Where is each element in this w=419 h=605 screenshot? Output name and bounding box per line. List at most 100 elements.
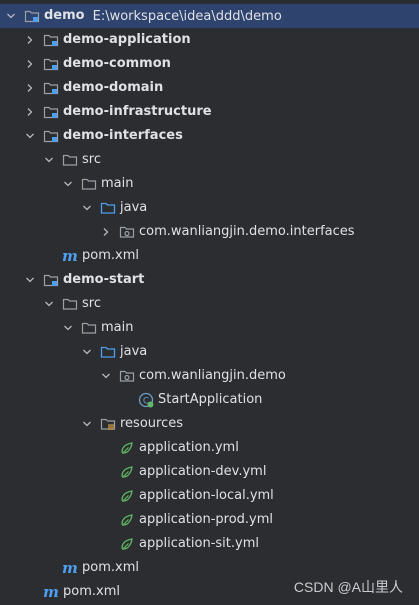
- chevron-down-icon[interactable]: [80, 201, 94, 215]
- source-folder-icon: [100, 200, 116, 216]
- tree-item-label: pom.xml: [82, 248, 139, 263]
- folder-icon: [62, 296, 78, 312]
- spring-class-icon: C: [138, 392, 154, 408]
- folder-icon: [81, 176, 97, 192]
- tree-row[interactable]: resources: [0, 412, 419, 436]
- spring-config-icon: [119, 536, 135, 552]
- chevron-down-icon[interactable]: [80, 417, 94, 431]
- module-folder-icon: [43, 272, 59, 288]
- chevron-down-icon[interactable]: [99, 369, 113, 383]
- chevron-right-icon[interactable]: [23, 33, 37, 47]
- tree-item-label: src: [82, 152, 101, 167]
- module-folder-icon: [43, 80, 59, 96]
- tree-item-label: application-prod.yml: [139, 512, 274, 527]
- tree-item-label: application-local.yml: [139, 488, 274, 503]
- chevron-down-icon[interactable]: [42, 153, 56, 167]
- tree-item-label: main: [101, 176, 134, 191]
- tree-item-label: demo: [44, 8, 85, 23]
- folder-icon: [81, 320, 97, 336]
- chevron-down-icon[interactable]: [80, 345, 94, 359]
- tree-row[interactable]: java: [0, 196, 419, 220]
- chevron-down-icon[interactable]: [23, 273, 37, 287]
- tree-item-label: pom.xml: [82, 560, 139, 575]
- chevron-right-icon[interactable]: [99, 225, 113, 239]
- spring-config-icon: [119, 512, 135, 528]
- tree-row[interactable]: application.yml: [0, 436, 419, 460]
- tree-item-label: demo-common: [63, 56, 171, 71]
- maven-icon: m: [62, 247, 78, 265]
- tree-row[interactable]: application-sit.yml: [0, 532, 419, 556]
- tree-row[interactable]: java: [0, 340, 419, 364]
- maven-icon: m: [43, 583, 59, 601]
- chevron-down-icon[interactable]: [61, 321, 75, 335]
- chevron-down-icon[interactable]: [23, 129, 37, 143]
- tree-row[interactable]: src: [0, 148, 419, 172]
- tree-item-label: com.wanliangjin.demo: [139, 368, 286, 383]
- project-path: E:\workspace\idea\ddd\demo: [92, 8, 282, 24]
- chevron-down-icon[interactable]: [42, 297, 56, 311]
- tree-row[interactable]: demo-application: [0, 28, 419, 52]
- tree-item-label: application-sit.yml: [139, 536, 259, 551]
- resources-folder-icon: [100, 416, 116, 432]
- tree-item-label: demo-application: [63, 32, 191, 47]
- folder-icon: [62, 152, 78, 168]
- tree-row[interactable]: com.wanliangjin.demo.interfaces: [0, 220, 419, 244]
- tree-row[interactable]: demo-start: [0, 268, 419, 292]
- tree-row[interactable]: main: [0, 316, 419, 340]
- tree-item-label: application.yml: [139, 440, 239, 455]
- module-folder-icon: [24, 8, 40, 24]
- chevron-right-icon[interactable]: [23, 105, 37, 119]
- spring-config-icon: [119, 440, 135, 456]
- module-folder-icon: [43, 104, 59, 120]
- module-folder-icon: [43, 56, 59, 72]
- tree-row[interactable]: demo-infrastructure: [0, 100, 419, 124]
- tree-row[interactable]: demo-common: [0, 52, 419, 76]
- tree-item-label: demo-infrastructure: [63, 104, 212, 119]
- tree-item-label: main: [101, 320, 134, 335]
- source-folder-icon: [100, 344, 116, 360]
- tree-row[interactable]: m pom.xml: [0, 244, 419, 268]
- tree-row[interactable]: demo-domain: [0, 76, 419, 100]
- tree-item-label: demo-start: [63, 272, 145, 287]
- spring-config-icon: [119, 488, 135, 504]
- tree-row[interactable]: demo E:\workspace\idea\ddd\demo: [0, 4, 419, 28]
- tree-item-label: demo-interfaces: [63, 128, 183, 143]
- chevron-right-icon[interactable]: [23, 81, 37, 95]
- tree-row[interactable]: C StartApplication: [0, 388, 419, 412]
- tree-item-label: java: [120, 200, 148, 215]
- tree-item-label: StartApplication: [158, 392, 263, 407]
- tree-item-label: demo-domain: [63, 80, 164, 95]
- module-folder-icon: [43, 128, 59, 144]
- tree-item-label: com.wanliangjin.demo.interfaces: [139, 224, 355, 239]
- tree-row[interactable]: com.wanliangjin.demo: [0, 364, 419, 388]
- package-icon: [119, 224, 135, 240]
- watermark: CSDN @A山里人: [293, 579, 403, 595]
- tree-row[interactable]: application-prod.yml: [0, 508, 419, 532]
- project-tree: demo E:\workspace\idea\ddd\demo demo-appli…: [0, 4, 419, 604]
- tree-item-label: pom.xml: [63, 584, 120, 599]
- chevron-down-icon[interactable]: [61, 177, 75, 191]
- maven-icon: m: [62, 559, 78, 577]
- chevron-right-icon[interactable]: [23, 57, 37, 71]
- tree-item-label: application-dev.yml: [139, 464, 267, 479]
- tree-row[interactable]: application-dev.yml: [0, 460, 419, 484]
- tree-row[interactable]: src: [0, 292, 419, 316]
- module-folder-icon: [43, 32, 59, 48]
- package-icon: [119, 368, 135, 384]
- tree-item-label: src: [82, 296, 101, 311]
- tree-row[interactable]: application-local.yml: [0, 484, 419, 508]
- tree-row[interactable]: demo-interfaces: [0, 124, 419, 148]
- tree-row[interactable]: main: [0, 172, 419, 196]
- spring-config-icon: [119, 464, 135, 480]
- tree-item-label: resources: [120, 416, 184, 431]
- chevron-down-icon[interactable]: [4, 9, 18, 23]
